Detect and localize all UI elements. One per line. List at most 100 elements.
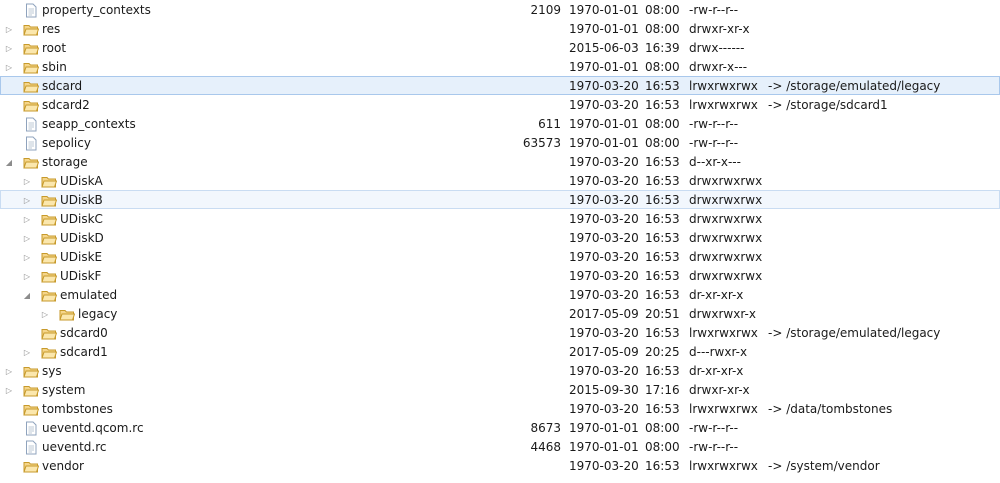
tree-row-sys[interactable]: ▷ sys 1970-03-20 16:53 dr-xr-xr-x — [0, 361, 1000, 380]
entry-date: 1970-01-01 — [569, 60, 639, 74]
tree-row-storage[interactable]: ◢ storage 1970-03-20 16:53 d--xr-x--- — [0, 152, 1000, 171]
tree-row-res[interactable]: ▷ res 1970-01-01 08:00 drwxr-xr-x — [0, 19, 1000, 38]
entry-name: UDiskE — [60, 250, 103, 264]
entry-permissions: dr-xr-xr-x — [689, 364, 744, 378]
entry-name: UDiskC — [60, 212, 103, 226]
tree-row-sdcard[interactable]: sdcard 1970-03-20 16:53 lrwxrwxrwx -> /stora… — [0, 76, 1000, 95]
entry-time: 16:53 — [645, 174, 680, 188]
file-icon — [23, 1, 39, 20]
entry-time: 08:00 — [645, 60, 680, 74]
entry-time: 16:53 — [645, 155, 680, 169]
tree-row-udiskc[interactable]: ▷ UDiskC 1970-03-20 16:53 drwxrwxrwx — [0, 209, 1000, 228]
tree-row-udiskf[interactable]: ▷ UDiskF 1970-03-20 16:53 drwxrwxrwx — [0, 266, 1000, 285]
tree-row-ueventd-rc[interactable]: ueventd.rc 4468 1970-01-01 08:00 -rw-r--r-- — [0, 437, 1000, 456]
folder-icon — [41, 324, 57, 343]
entry-name: ueventd.qcom.rc — [42, 421, 144, 435]
tree-row-udiskb[interactable]: ▷ UDiskB 1970-03-20 16:53 drwxrwxrwx — [0, 190, 1000, 209]
entry-size: 611 — [538, 117, 561, 131]
entry-name: storage — [42, 155, 88, 169]
expand-arrow-icon[interactable]: ▷ — [4, 20, 14, 39]
entry-permissions: drwxrwxrwx — [689, 231, 763, 245]
entry-date: 1970-01-01 — [569, 421, 639, 435]
folder-icon — [23, 58, 39, 77]
folder-icon — [23, 400, 39, 419]
entry-date: 1970-03-20 — [569, 364, 639, 378]
entry-name: property_contexts — [42, 3, 151, 17]
expand-arrow-icon[interactable]: ▷ — [4, 362, 14, 381]
entry-date: 1970-03-20 — [569, 269, 639, 283]
folder-icon — [59, 305, 75, 324]
expand-arrow-icon[interactable]: ▷ — [22, 210, 32, 229]
entry-name: sdcard — [42, 79, 83, 93]
entry-name: sdcard0 — [60, 326, 108, 340]
tree-row-udiske[interactable]: ▷ UDiskE 1970-03-20 16:53 drwxrwxrwx — [0, 247, 1000, 266]
expand-arrow-icon[interactable]: ▷ — [22, 248, 32, 267]
folder-icon — [41, 229, 57, 248]
tree-row-legacy[interactable]: ▷ legacy 2017-05-09 20:51 drwxrwxr-x — [0, 304, 1000, 323]
entry-permissions: drwxrwxr-x — [689, 307, 756, 321]
folder-icon — [23, 381, 39, 400]
tree-row-sdcard2[interactable]: sdcard2 1970-03-20 16:53 lrwxrwxrwx -> /stor… — [0, 95, 1000, 114]
collapse-arrow-icon[interactable]: ◢ — [22, 286, 32, 305]
entry-time: 16:53 — [645, 79, 680, 93]
entry-date: 1970-03-20 — [569, 250, 639, 264]
entry-time: 16:39 — [645, 41, 680, 55]
tree-row-ueventd-qcom-rc[interactable]: ueventd.qcom.rc 8673 1970-01-01 08:00 -rw-r-… — [0, 418, 1000, 437]
expand-arrow-icon[interactable]: ▷ — [40, 305, 50, 324]
collapse-arrow-icon[interactable]: ◢ — [4, 153, 14, 172]
tree-row-vendor[interactable]: vendor 1970-03-20 16:53 lrwxrwxrwx -> /syste… — [0, 456, 1000, 475]
entry-name: res — [42, 22, 61, 36]
expand-arrow-icon[interactable]: ▷ — [22, 172, 32, 191]
entry-time: 16:53 — [645, 269, 680, 283]
tree-row-sepolicy[interactable]: sepolicy 63573 1970-01-01 08:00 -rw-r--r-- — [0, 133, 1000, 152]
folder-icon — [23, 362, 39, 381]
entry-name: system — [42, 383, 86, 397]
entry-link-target: -> /storage/emulated/legacy — [768, 79, 941, 93]
entry-link-target: -> /storage/emulated/legacy — [768, 326, 941, 340]
entry-permissions: -rw-r--r-- — [689, 421, 739, 435]
tree-row-tombstones[interactable]: tombstones 1970-03-20 16:53 lrwxrwxrwx -> /d… — [0, 399, 1000, 418]
entry-permissions: drwx------ — [689, 41, 745, 55]
entry-name: sys — [42, 364, 62, 378]
tree-row-seapp-contexts[interactable]: seapp_contexts 611 1970-01-01 08:00 -rw-r--r… — [0, 114, 1000, 133]
entry-date: 1970-03-20 — [569, 231, 639, 245]
entry-size: 4468 — [530, 440, 561, 454]
entry-time: 20:51 — [645, 307, 680, 321]
tree-row-udiska[interactable]: ▷ UDiskA 1970-03-20 16:53 drwxrwxrwx — [0, 171, 1000, 190]
tree-row-sdcard0[interactable]: sdcard0 1970-03-20 16:53 lrwxrwxrwx -> /stor… — [0, 323, 1000, 342]
tree-row-property-contexts[interactable]: property_contexts 2109 1970-01-01 08:00 -rw-… — [0, 0, 1000, 19]
expand-arrow-icon[interactable]: ▷ — [4, 39, 14, 58]
expand-arrow-icon[interactable]: ▷ — [4, 58, 14, 77]
tree-row-sbin[interactable]: ▷ sbin 1970-01-01 08:00 drwxr-x--- — [0, 57, 1000, 76]
expand-arrow-icon[interactable]: ▷ — [4, 381, 14, 400]
expand-arrow-icon[interactable]: ▷ — [22, 343, 32, 362]
file-icon — [23, 115, 39, 134]
entry-permissions: -rw-r--r-- — [689, 136, 739, 150]
entry-date: 1970-03-20 — [569, 193, 639, 207]
expand-arrow-icon[interactable]: ▷ — [22, 229, 32, 248]
expand-arrow-icon[interactable]: ▷ — [22, 191, 32, 210]
entry-time: 16:53 — [645, 459, 680, 473]
entry-permissions: drwxr-xr-x — [689, 383, 750, 397]
tree-row-root[interactable]: ▷ root 2015-06-03 16:39 drwx------ — [0, 38, 1000, 57]
entry-date: 1970-01-01 — [569, 3, 639, 17]
entry-time: 16:53 — [645, 326, 680, 340]
tree-row-system[interactable]: ▷ system 2015-09-30 17:16 drwxr-xr-x — [0, 380, 1000, 399]
entry-date: 1970-03-20 — [569, 402, 639, 416]
entry-time: 08:00 — [645, 440, 680, 454]
tree-row-udiskd[interactable]: ▷ UDiskD 1970-03-20 16:53 drwxrwxrwx — [0, 228, 1000, 247]
entry-date: 1970-01-01 — [569, 117, 639, 131]
entry-date: 1970-03-20 — [569, 459, 639, 473]
tree-row-sdcard1[interactable]: ▷ sdcard1 2017-05-09 20:25 d---rwxr-x — [0, 342, 1000, 361]
entry-time: 16:53 — [645, 98, 680, 112]
entry-time: 16:53 — [645, 212, 680, 226]
entry-permissions: -rw-r--r-- — [689, 117, 739, 131]
entry-permissions: drwxrwxrwx — [689, 269, 763, 283]
entry-name: UDiskF — [60, 269, 102, 283]
entry-permissions: lrwxrwxrwx — [689, 402, 758, 416]
expand-arrow-icon[interactable]: ▷ — [22, 267, 32, 286]
tree-row-emulated[interactable]: ◢ emulated 1970-03-20 16:53 dr-xr-xr-x — [0, 285, 1000, 304]
entry-name: seapp_contexts — [42, 117, 136, 131]
